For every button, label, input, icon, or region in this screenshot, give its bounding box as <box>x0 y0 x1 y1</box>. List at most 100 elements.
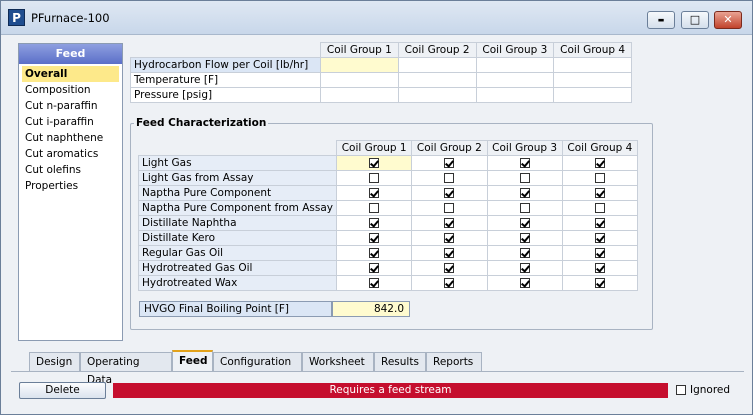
checkbox[interactable] <box>594 248 605 258</box>
checkbox[interactable] <box>519 278 530 288</box>
checkbox[interactable] <box>369 218 380 228</box>
checkbox-cell[interactable] <box>336 275 413 291</box>
hvgo-fbp-input[interactable]: 842.0 <box>332 301 410 317</box>
checkbox[interactable] <box>519 158 530 168</box>
checkbox[interactable] <box>369 173 380 183</box>
checkbox-cell[interactable] <box>336 230 413 246</box>
tab-worksheet[interactable]: Worksheet <box>302 352 374 372</box>
checkbox[interactable] <box>444 233 455 243</box>
checkbox-cell[interactable] <box>486 215 563 231</box>
ignored-checkbox[interactable] <box>676 385 686 395</box>
checkbox[interactable] <box>369 233 380 243</box>
checkbox-cell[interactable] <box>486 155 563 171</box>
value-cell[interactable] <box>553 57 632 73</box>
checkbox-cell[interactable] <box>561 260 639 276</box>
checkbox[interactable] <box>444 278 455 288</box>
checkbox-cell[interactable] <box>411 215 488 231</box>
checkbox-cell[interactable] <box>561 215 639 231</box>
checkbox-cell[interactable] <box>411 185 488 201</box>
value-cell[interactable] <box>320 57 399 73</box>
checkbox-cell[interactable] <box>486 170 563 186</box>
delete-button[interactable]: Delete <box>19 382 106 399</box>
checkbox[interactable] <box>444 158 455 168</box>
checkbox-cell[interactable] <box>486 230 563 246</box>
tab-operating-data[interactable]: Operating Data <box>80 352 172 386</box>
checkbox-cell[interactable] <box>336 170 413 186</box>
checkbox-cell[interactable] <box>486 185 563 201</box>
maximize-button[interactable]: □ <box>681 11 709 29</box>
tab-design[interactable]: Design <box>29 352 80 372</box>
checkbox[interactable] <box>594 188 605 198</box>
checkbox[interactable] <box>369 263 380 273</box>
checkbox-cell[interactable] <box>411 245 488 261</box>
checkbox-cell[interactable] <box>411 275 488 291</box>
value-cell[interactable] <box>475 87 555 103</box>
checkbox[interactable] <box>519 248 530 258</box>
checkbox[interactable] <box>594 233 605 243</box>
sidebar-item[interactable]: Cut i-paraffin <box>19 114 122 130</box>
checkbox-cell[interactable] <box>561 170 639 186</box>
checkbox-cell[interactable] <box>336 155 413 171</box>
checkbox[interactable] <box>444 263 455 273</box>
minimize-button[interactable]: ▬ <box>647 11 675 29</box>
checkbox-cell[interactable] <box>486 200 563 216</box>
sidebar-item[interactable]: Overall <box>22 66 119 82</box>
checkbox-cell[interactable] <box>486 260 563 276</box>
checkbox-cell[interactable] <box>486 245 563 261</box>
value-cell[interactable] <box>475 57 555 73</box>
sidebar-item[interactable]: Cut naphthene <box>19 130 122 146</box>
checkbox[interactable] <box>444 218 455 228</box>
sidebar-item[interactable]: Properties <box>19 178 122 194</box>
checkbox[interactable] <box>519 263 530 273</box>
sidebar-item[interactable]: Cut aromatics <box>19 146 122 162</box>
value-cell[interactable] <box>553 87 632 103</box>
checkbox[interactable] <box>594 173 605 183</box>
checkbox[interactable] <box>519 188 530 198</box>
tab-results[interactable]: Results <box>374 352 426 372</box>
sidebar-item[interactable]: Cut n-paraffin <box>19 98 122 114</box>
checkbox[interactable] <box>444 188 455 198</box>
value-cell[interactable] <box>320 72 399 88</box>
title-bar[interactable]: P PFurnace-100 ▬ □ ✕ <box>1 1 752 35</box>
checkbox[interactable] <box>594 263 605 273</box>
checkbox[interactable] <box>369 158 380 168</box>
checkbox-cell[interactable] <box>336 185 413 201</box>
value-cell[interactable] <box>553 72 632 88</box>
checkbox-cell[interactable] <box>486 275 563 291</box>
checkbox[interactable] <box>369 203 380 213</box>
checkbox-cell[interactable] <box>411 260 488 276</box>
checkbox-cell[interactable] <box>411 155 488 171</box>
sidebar-item[interactable]: Cut olefins <box>19 162 122 178</box>
close-button[interactable]: ✕ <box>714 11 742 29</box>
checkbox[interactable] <box>519 233 530 243</box>
value-cell[interactable] <box>397 57 477 73</box>
checkbox-cell[interactable] <box>561 185 639 201</box>
checkbox[interactable] <box>444 203 455 213</box>
checkbox-cell[interactable] <box>336 215 413 231</box>
checkbox[interactable] <box>519 218 530 228</box>
checkbox[interactable] <box>369 188 380 198</box>
checkbox-cell[interactable] <box>336 245 413 261</box>
checkbox-cell[interactable] <box>561 275 639 291</box>
checkbox[interactable] <box>444 173 455 183</box>
checkbox[interactable] <box>594 278 605 288</box>
value-cell[interactable] <box>320 87 399 103</box>
checkbox-cell[interactable] <box>411 230 488 246</box>
value-cell[interactable] <box>397 87 477 103</box>
value-cell[interactable] <box>397 72 477 88</box>
checkbox-cell[interactable] <box>336 260 413 276</box>
checkbox[interactable] <box>519 173 530 183</box>
checkbox-cell[interactable] <box>561 200 639 216</box>
tab-reports[interactable]: Reports <box>426 352 482 372</box>
tab-configuration[interactable]: Configuration <box>213 352 302 372</box>
checkbox[interactable] <box>519 203 530 213</box>
checkbox[interactable] <box>594 158 605 168</box>
checkbox-cell[interactable] <box>561 230 639 246</box>
value-cell[interactable] <box>475 72 555 88</box>
sidebar-item[interactable]: Composition <box>19 82 122 98</box>
checkbox[interactable] <box>444 248 455 258</box>
checkbox-cell[interactable] <box>561 245 639 261</box>
checkbox[interactable] <box>594 218 605 228</box>
checkbox-cell[interactable] <box>561 155 639 171</box>
checkbox-cell[interactable] <box>411 170 488 186</box>
